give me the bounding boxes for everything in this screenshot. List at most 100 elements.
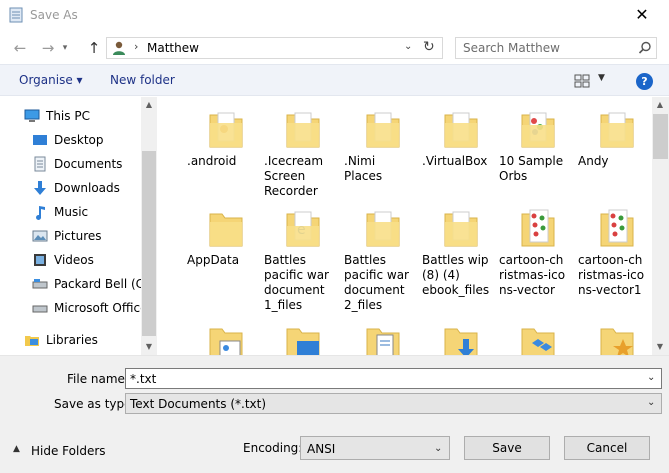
sidebar-item-label: This PC (46, 109, 90, 123)
libraries-icon (25, 336, 39, 346)
folder-icon (521, 112, 555, 148)
desktop-icon (33, 135, 47, 145)
filename-field[interactable]: ⌄ (125, 368, 662, 389)
folder-icon (444, 112, 478, 148)
back-button[interactable]: ← (9, 37, 31, 59)
favorites-folder-icon (600, 328, 634, 355)
command-toolbar: Organise ▾ New folder ▼ ? (0, 64, 669, 96)
documents-folder-icon (366, 328, 400, 355)
view-dropdown-icon[interactable]: ▼ (598, 73, 605, 83)
scrollbar-thumb[interactable] (653, 114, 668, 159)
search-box[interactable] (455, 37, 657, 59)
sidebar-item-downloads[interactable]: Downloads (0, 176, 141, 200)
savetype-select[interactable]: Text Documents (*.txt) ⌄ (125, 393, 662, 414)
search-input[interactable] (456, 38, 626, 58)
view-options-icon[interactable] (574, 74, 590, 88)
folder-name: Andy (578, 154, 609, 168)
sidebar-item-this-pc[interactable]: This PC (0, 104, 141, 128)
close-icon: ✕ (635, 5, 649, 24)
new-folder-button[interactable]: New folder (110, 73, 175, 87)
folder-name: AppData (187, 253, 240, 267)
sidebar-item-label: Videos (54, 253, 94, 267)
save-button[interactable]: Save (464, 436, 550, 460)
address-row: ← → ▾ ↑ › Matthew ⌄ ↻ (0, 31, 669, 64)
breadcrumb-location[interactable]: Matthew (147, 41, 199, 55)
breadcrumb-separator: › (134, 40, 139, 53)
folder-icon (209, 112, 243, 148)
sidebar-item-desktop[interactable]: Desktop (0, 128, 141, 152)
address-bar[interactable]: › Matthew ⌄ ↻ (106, 37, 443, 59)
recent-locations-button[interactable]: ▾ (58, 37, 72, 59)
folder-icon (600, 112, 634, 148)
up-button[interactable]: ↑ (83, 37, 105, 59)
navigation-pane: This PC Desktop Documents Downloads Musi… (0, 97, 157, 355)
folder-icon (366, 112, 400, 148)
scroll-up-icon[interactable]: ▲ (652, 97, 668, 113)
help-icon: ? (641, 75, 648, 88)
documents-icon (34, 156, 46, 172)
drive-icon (32, 279, 48, 289)
dropbox-folder-icon (521, 328, 555, 355)
sidebar-item-packard-bell-c[interactable]: Packard Bell (C:) (0, 272, 153, 296)
back-arrow-icon: ← (13, 39, 27, 57)
sidebar-item-label: Packard Bell (C:) (54, 277, 153, 291)
desktop-folder-icon (286, 328, 320, 355)
save-form: File name: ⌄ Save as type: Text Document… (0, 355, 669, 473)
pc-icon (24, 109, 40, 122)
sidebar-item-label: Music (54, 205, 89, 219)
folder-icon: e (286, 211, 320, 247)
folder-icon (366, 211, 400, 247)
forward-arrow-icon: → (41, 39, 55, 57)
downloads-folder-icon (444, 328, 478, 355)
sidebar-item-documents[interactable]: Documents (0, 152, 141, 176)
organise-button[interactable]: Organise ▾ (19, 73, 83, 87)
chevron-down-icon: ▾ (62, 43, 68, 53)
folder-icon (209, 213, 243, 247)
sidebar-item-label: Microsoft Office (54, 301, 148, 315)
savetype-label: Save as type: (54, 397, 136, 411)
filename-input[interactable] (126, 369, 626, 388)
hide-folders-label: Hide Folders (31, 444, 106, 458)
chevron-down-icon: ⌄ (647, 397, 656, 408)
refresh-icon[interactable]: ↻ (423, 39, 435, 55)
sidebar-item-libraries[interactable]: Libraries (0, 328, 141, 352)
forward-button[interactable]: → (37, 37, 59, 59)
chevron-down-icon[interactable]: ⌄ (647, 372, 655, 383)
sidebar-item-music[interactable]: Music (0, 200, 141, 224)
music-icon (36, 206, 45, 220)
scroll-down-icon[interactable]: ▼ (652, 339, 668, 355)
address-dropdown-icon[interactable]: ⌄ (404, 41, 412, 52)
close-button[interactable]: ✕ (632, 6, 652, 26)
chevron-down-icon: ⌄ (434, 443, 443, 454)
folder-name: Battles wip (8) (4) ebook_files (422, 253, 490, 297)
sidebar-item-label: Libraries (46, 333, 98, 347)
file-list-scrollbar[interactable]: ▲ ▼ (652, 97, 669, 355)
sidebar-item-microsoft-office[interactable]: Microsoft Office (0, 296, 147, 320)
encoding-select[interactable]: ANSI ⌄ (300, 436, 450, 460)
folder-name: cartoon-ch ristmas-ico ns-vector (499, 253, 566, 297)
scrollbar-thumb[interactable] (142, 151, 156, 336)
cancel-button[interactable]: Cancel (564, 436, 650, 460)
folder-name: Battles pacific war document 1_files (264, 253, 329, 312)
folder-name: .Icecream Screen Recorder (264, 154, 324, 198)
notepad-icon (9, 7, 23, 23)
sidebar-item-label: Documents (54, 157, 123, 171)
videos-icon (34, 254, 46, 266)
drive-icon (32, 305, 48, 313)
sidebar-item-label: Pictures (54, 229, 102, 243)
sidebar-item-label: Desktop (54, 133, 104, 147)
sidebar-item-label: Downloads (54, 181, 120, 195)
folder-name: 10 Sample Orbs (499, 154, 564, 183)
help-button[interactable]: ? (636, 73, 653, 90)
encoding-label: Encoding: (243, 441, 303, 455)
title-bar: Save As ✕ (0, 0, 669, 31)
search-icon[interactable] (637, 40, 653, 56)
sidebar-item-videos[interactable]: Videos (0, 248, 141, 272)
sidebar-item-pictures[interactable]: Pictures (0, 224, 141, 248)
folder-icon (286, 112, 320, 148)
contacts-folder-icon (209, 328, 243, 355)
user-folder-icon (113, 41, 125, 55)
scroll-up-icon[interactable]: ▲ (141, 97, 157, 113)
navigation-scrollbar[interactable]: ▲ ▼ (141, 97, 157, 355)
scroll-down-icon[interactable]: ▼ (141, 339, 157, 355)
